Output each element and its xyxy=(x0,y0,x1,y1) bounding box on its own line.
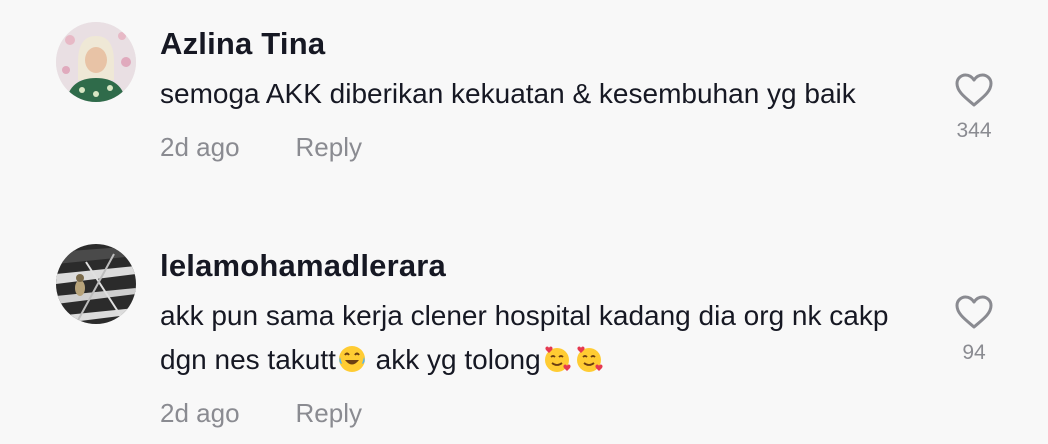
comment-body: lelamohamadlerara akk pun sama kerja cle… xyxy=(160,246,920,430)
comment-text: akk pun sama kerja clener hospital kadan… xyxy=(160,294,900,382)
heart-icon[interactable] xyxy=(954,72,994,108)
comment-text: semoga AKK diberikan kekuatan & kesembuh… xyxy=(160,78,856,109)
like-control[interactable]: 94 xyxy=(936,294,1012,366)
smiling-face-with-hearts-emoji-icon xyxy=(576,346,603,372)
like-control[interactable]: 344 xyxy=(936,72,1012,144)
smiling-face-with-hearts-emoji-icon xyxy=(544,346,571,372)
avatar[interactable] xyxy=(56,244,136,324)
comment-time: 2d ago xyxy=(160,398,240,428)
reply-button[interactable]: Reply xyxy=(296,130,362,164)
avatar[interactable] xyxy=(56,22,136,102)
comment-username[interactable]: lelamohamadlerara xyxy=(160,246,920,286)
comment-meta: 2d ago Reply xyxy=(160,130,920,164)
comment-time: 2d ago xyxy=(160,132,240,162)
comment-username[interactable]: Azlina Tina xyxy=(160,24,920,64)
reply-button[interactable]: Reply xyxy=(296,396,362,430)
profile-photo-icon xyxy=(56,22,136,102)
face-with-tears-of-joy-emoji-icon xyxy=(338,346,365,372)
comment-item: lelamohamadlerara akk pun sama kerja cle… xyxy=(0,222,1048,444)
comment-text-part: akk yg tolong xyxy=(367,344,541,375)
heart-icon[interactable] xyxy=(954,294,994,330)
comment-list: Azlina Tina semoga AKK diberikan kekuata… xyxy=(0,0,1048,444)
like-count: 94 xyxy=(962,341,986,364)
profile-photo-icon xyxy=(56,244,136,324)
comment-body: Azlina Tina semoga AKK diberikan kekuata… xyxy=(160,24,920,164)
comment-meta: 2d ago Reply xyxy=(160,396,920,430)
comment-item: Azlina Tina semoga AKK diberikan kekuata… xyxy=(0,0,1048,222)
like-count: 344 xyxy=(956,119,992,142)
